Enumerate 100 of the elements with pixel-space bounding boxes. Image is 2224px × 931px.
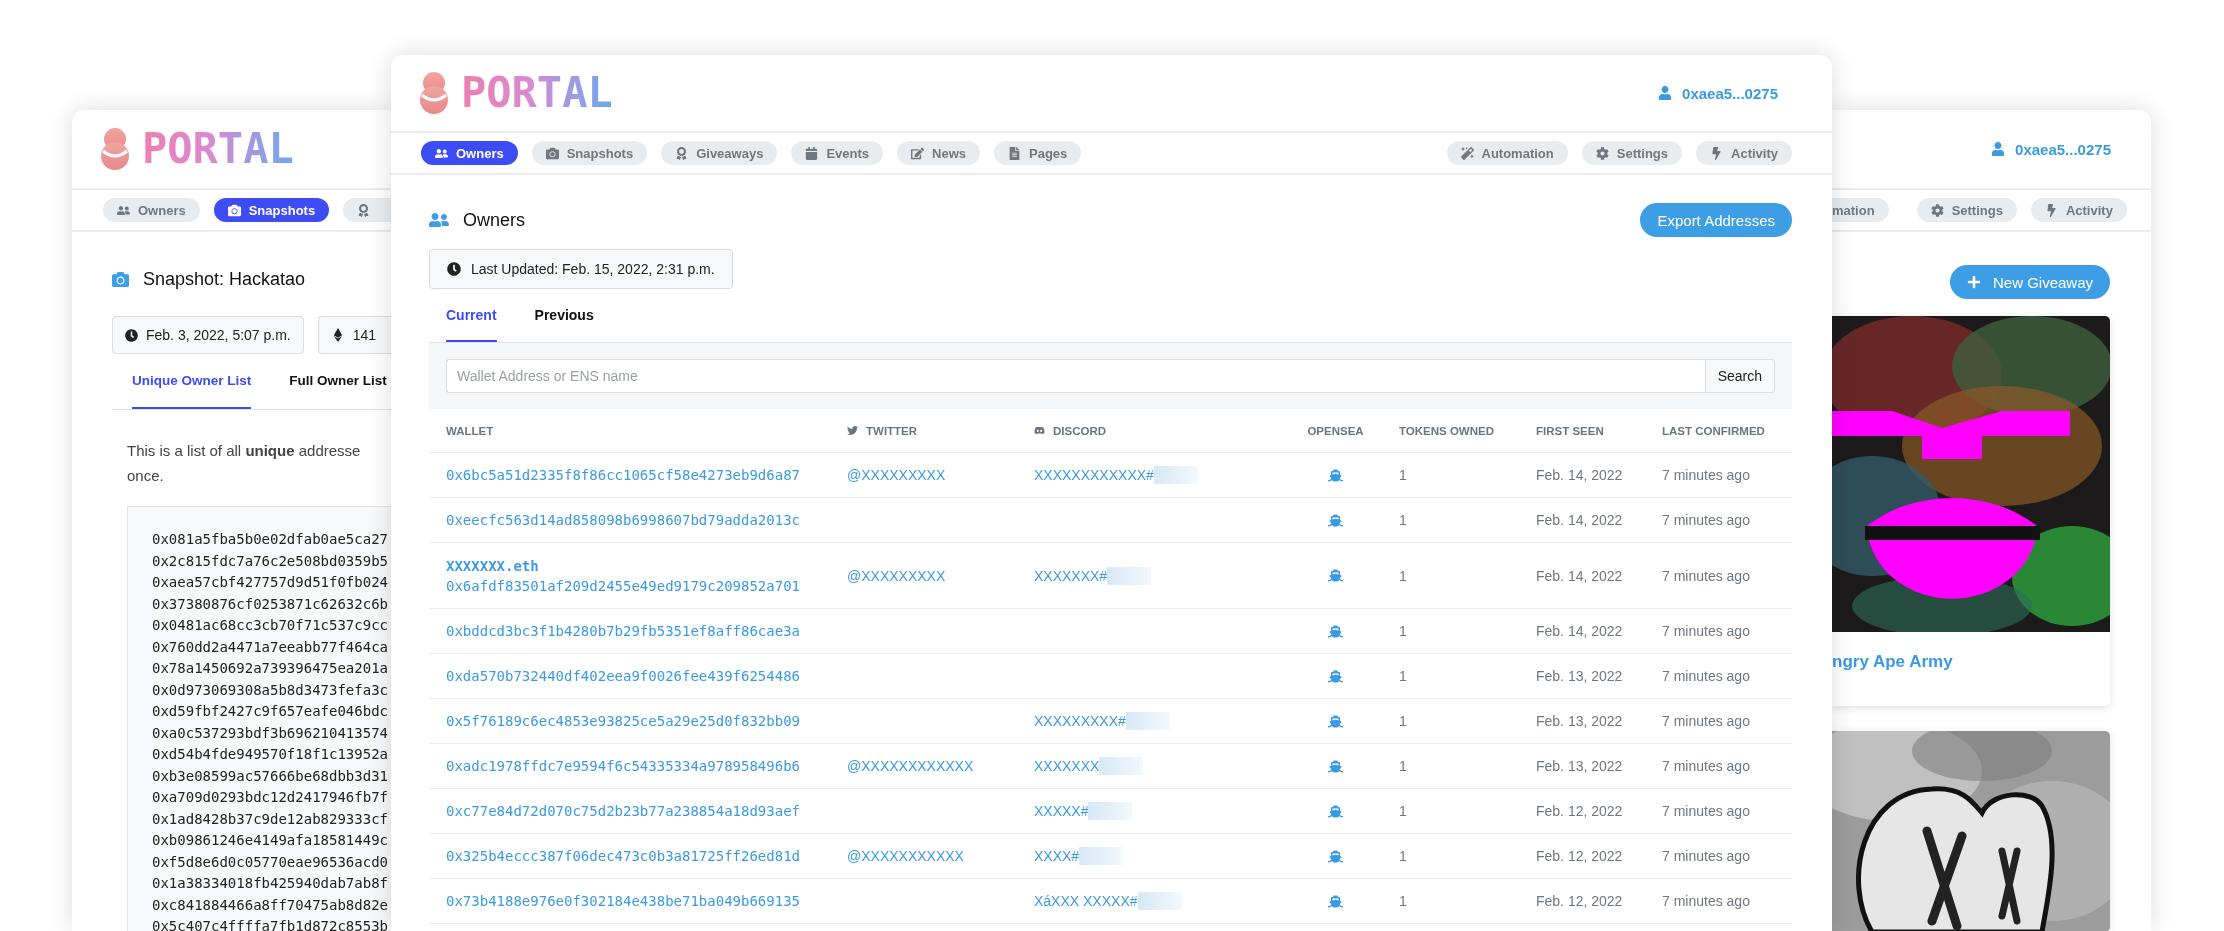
last-confirmed-time: 7 minutes ago	[1662, 623, 1750, 639]
users-icon	[435, 146, 448, 160]
new-giveaway-button[interactable]: New Giveaway	[1949, 265, 2110, 299]
token-count: 1	[1399, 713, 1407, 729]
nav-tab[interactable]: Owners	[103, 198, 200, 222]
nav-tab[interactable]: Pages	[994, 141, 1082, 165]
camera-icon	[545, 146, 559, 160]
address-line: 0xf5d8e6d0c05770eae96536acd0	[152, 852, 389, 872]
token-count: 1	[1399, 803, 1407, 819]
nav-tab[interactable]: Settings	[1581, 141, 1683, 165]
blurred-redaction	[1137, 892, 1182, 910]
first-seen-date: Feb. 12, 2022	[1536, 848, 1623, 864]
camera-icon	[112, 270, 129, 288]
blurred-redaction	[1125, 712, 1170, 730]
giveaway-card[interactable]: ngry Ape Army	[1832, 316, 2110, 706]
plus-icon	[1966, 275, 1981, 289]
wallet-link[interactable]: 0x6bc5a51d2335f8f86cc1065cf58e4273eb9d6a87	[446, 467, 800, 483]
first-seen-date: Feb. 14, 2022	[1536, 512, 1623, 528]
token-count: 1	[1399, 623, 1407, 639]
ship-icon[interactable]	[1328, 893, 1343, 909]
nav-tab[interactable]: Events	[791, 141, 883, 165]
address-line: 0x2c815fdc7a76c2e508bd0359b5	[152, 551, 389, 571]
token-count: 1	[1399, 668, 1407, 684]
ship-icon[interactable]	[1328, 467, 1343, 483]
nav-tab[interactable]: Activity	[2030, 198, 2127, 222]
token-count: 1	[1399, 512, 1407, 528]
nav-tab[interactable]	[343, 198, 392, 222]
user-icon	[1991, 142, 2006, 156]
logo-icon	[419, 71, 449, 115]
column-header: LAST CONFIRMED	[1662, 424, 1765, 437]
first-seen-date: Feb. 12, 2022	[1536, 803, 1623, 819]
discord-handle[interactable]: XXXX#	[1034, 848, 1080, 864]
wallet-link[interactable]: 0xadc1978ffdc7e9594f6c54335334a978958496b6	[446, 758, 800, 774]
wallet-link[interactable]: 0x6afdf83501af209d2455e49ed9179c209852a701	[446, 577, 800, 594]
token-count: 1	[1399, 467, 1407, 483]
wallet-link[interactable]: 0xda570b732440df402eea9f0026fee439f6254486	[446, 668, 800, 684]
first-seen-date: Feb. 14, 2022	[1536, 623, 1623, 639]
wallet-link[interactable]: 0xeecfc563d14ad858098b6998607bd79adda2013c	[446, 512, 800, 528]
ship-icon[interactable]	[1328, 803, 1343, 819]
giveaway-title[interactable]: ngry Ape Army	[1832, 632, 2110, 672]
wallet-link[interactable]: 0x325b4eccc387f06dec473c0b3a81725ff26ed81d	[446, 848, 800, 864]
ship-icon[interactable]	[1328, 623, 1343, 639]
users-icon	[429, 210, 449, 230]
discord-handle[interactable]: XXXXX#	[1034, 803, 1089, 819]
search-button[interactable]: Search	[1704, 359, 1775, 393]
last-confirmed-time: 7 minutes ago	[1662, 467, 1750, 483]
tab[interactable]: Unique Owner List	[132, 354, 252, 409]
ens-name-link[interactable]: XXXXXXX.eth	[446, 557, 539, 574]
nav-tab[interactable]: Giveaways	[661, 141, 778, 165]
nav-tab[interactable]: Snapshots	[531, 141, 648, 165]
address-line: 0x5c407c4ffffa7fb1d872c8553b	[152, 917, 389, 931]
nav-tab[interactable]: News	[897, 141, 980, 165]
nav-tab[interactable]: Activity	[1696, 141, 1792, 165]
nav-tab[interactable]: Automation	[1446, 141, 1568, 165]
discord-handle[interactable]: XXXXXXX#	[1034, 567, 1108, 584]
discord-handle[interactable]: XáXXX XXXXX#	[1034, 893, 1138, 909]
ship-icon[interactable]	[1328, 848, 1343, 864]
ship-icon[interactable]	[1328, 758, 1343, 774]
nav-tab[interactable]: Owners	[421, 141, 518, 165]
twitter-link[interactable]: @XXXXXXXXX	[847, 467, 946, 483]
first-seen-date: Feb. 13, 2022	[1536, 668, 1623, 684]
clock-icon	[125, 328, 138, 342]
nav-tab[interactable]: Snapshots	[213, 198, 330, 222]
wallet-link[interactable]: 0xbddcd3bc3f1b4280b7b29fb5351ef8aff86cae3a	[446, 623, 800, 639]
account-link[interactable]: 0xaea5...0275	[1658, 84, 1778, 102]
last-confirmed-time: 7 minutes ago	[1662, 803, 1750, 819]
tab[interactable]: Previous	[534, 289, 594, 342]
last-confirmed-time: 7 minutes ago	[1662, 893, 1750, 909]
discord-handle[interactable]: XXXXXXX	[1034, 758, 1100, 774]
wand-icon	[1460, 146, 1474, 160]
wallet-link[interactable]: 0xc77e84d72d070c75d2b23b77a238854a18d93aef	[446, 803, 800, 819]
intro-text: This is a list of all unique addresse once.	[127, 441, 362, 486]
twitter-link[interactable]: @XXXXXXXXXXX	[847, 848, 964, 864]
ship-icon[interactable]	[1328, 568, 1343, 583]
ship-icon[interactable]	[1328, 512, 1343, 528]
twitter-link[interactable]: @XXXXXXXXXXXX	[847, 758, 974, 774]
address-line: 0x78a1450692a739396475ea201a	[152, 659, 389, 678]
discord-handle[interactable]: XXXXXXXXX#	[1034, 713, 1126, 729]
address-line: 0xa0c537293bdf3b696210413574	[152, 723, 389, 743]
address-line: 0x1ad8428b37c9de12ab829333cf	[152, 809, 389, 829]
ship-icon[interactable]	[1328, 668, 1343, 684]
token-count-box: 141	[317, 316, 392, 354]
nav-tab[interactable]: Settings	[1916, 198, 2017, 222]
wallet-link[interactable]: 0x73b4188e976e0f302184e438be71ba049b669135	[446, 893, 800, 909]
account-link[interactable]: 0xaea5...0275	[1991, 140, 2111, 158]
last-confirmed-time: 7 minutes ago	[1662, 758, 1750, 774]
token-count: 1	[1399, 848, 1407, 864]
token-count: 1	[1399, 893, 1407, 909]
date-box: Feb. 3, 2022, 5:07 p.m.	[112, 316, 304, 354]
ribbon-icon	[357, 203, 371, 217]
clock-icon	[447, 262, 461, 276]
search-field[interactable]: Wallet Address or ENS name	[446, 359, 1705, 393]
wallet-link[interactable]: 0x5f76189c6ec4853e93825ce5a29e25d0f832bb09	[446, 713, 800, 729]
export-addresses-button[interactable]: Export Addresses	[1640, 203, 1792, 237]
twitter-link[interactable]: @XXXXXXXXX	[847, 567, 946, 584]
first-seen-date: Feb. 12, 2022	[1536, 893, 1623, 909]
nav-tab[interactable]: mation	[1832, 198, 1889, 222]
tab[interactable]: Full Owner List	[289, 354, 387, 409]
discord-handle[interactable]: XXXXXXXXXXXX#	[1034, 467, 1154, 483]
ship-icon[interactable]	[1328, 713, 1343, 729]
